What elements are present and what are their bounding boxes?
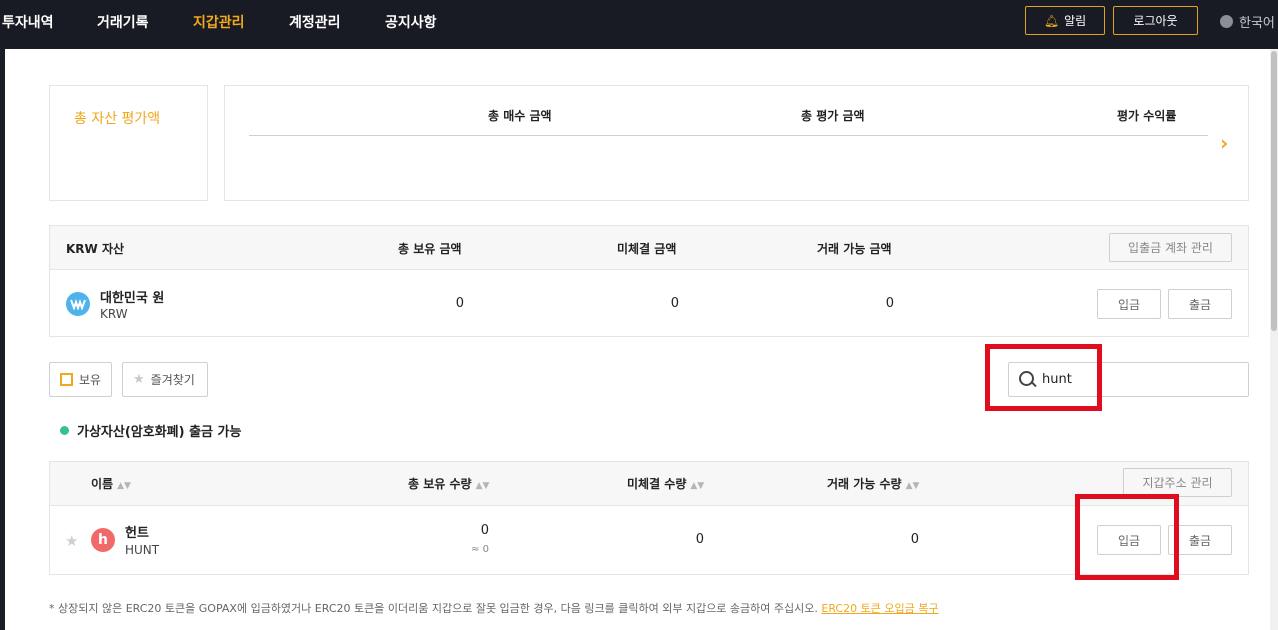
krw-won-icon [66, 292, 90, 316]
globe-icon [1220, 15, 1233, 28]
total-evaluation-header: 총 평가 금액 [801, 109, 865, 123]
nav-notices[interactable]: 공지사항 [385, 12, 437, 32]
favorites-filter-label: 즐겨찾기 [150, 373, 195, 387]
krw-pending-value: 0 [670, 296, 679, 311]
hunt-pending-value: 0 [695, 532, 704, 547]
krw-total-value: 0 [455, 296, 464, 311]
logout-button[interactable]: 로그아웃 [1113, 6, 1198, 35]
holding-filter-button[interactable]: 보유 [49, 362, 112, 397]
crypto-total-header[interactable]: 총 보유 수량 ▲︎▼︎ [408, 475, 489, 492]
favorites-filter-button[interactable]: ★ 즐겨찾기 [122, 362, 208, 397]
nav-investment-history[interactable]: 투자내역 [2, 12, 54, 32]
summary-divider [249, 135, 1208, 136]
crypto-pending-header[interactable]: 미체결 수량 ▲︎▼︎ [627, 475, 704, 492]
alert-label: 알림 [1064, 14, 1087, 28]
nav-account-management[interactable]: 계정관리 [289, 12, 341, 32]
krw-available-header: 거래 가능 금액 [817, 242, 892, 256]
footnote-text: * 상장되지 않은 ERC20 토큰을 GOPAX에 입금하였거나 ERC20 … [49, 602, 818, 615]
hunt-total-approx: ≈ 0 [471, 544, 489, 555]
hunt-name: 헌트 [125, 526, 149, 541]
crypto-name-header[interactable]: 이름 ▲︎▼︎ [91, 475, 131, 492]
nav-wallet-management[interactable]: 지갑관리 [193, 12, 245, 32]
krw-name: 대한민국 원 [100, 291, 165, 306]
hunt-available-value: 0 [910, 532, 919, 547]
hunt-total-value: 0 [480, 523, 489, 538]
search-highlight-box [985, 344, 1102, 411]
chevron-right-icon[interactable]: › [1220, 131, 1228, 155]
crypto-available-header[interactable]: 거래 가능 수량 ▲︎▼︎ [827, 475, 919, 492]
total-purchase-header: 총 매수 금액 [488, 109, 552, 123]
krw-withdraw-button[interactable]: 출금 [1168, 289, 1232, 319]
status-dot-icon [60, 426, 69, 435]
favorite-star-icon[interactable]: ★ [65, 532, 78, 550]
wallet-address-manage-button[interactable]: 지갑주소 관리 [1123, 468, 1232, 497]
return-rate-header: 평가 수익률 [1117, 109, 1177, 123]
holding-filter-label: 보유 [79, 373, 102, 387]
erc20-recovery-link[interactable]: ERC20 토큰 오입금 복구 [821, 602, 938, 615]
sort-icon: ▲︎▼︎ [117, 481, 131, 491]
star-icon: ★ [133, 372, 145, 387]
sort-icon: ▲︎▼︎ [690, 481, 705, 491]
krw-pending-header: 미체결 금액 [617, 242, 677, 256]
sort-icon: ▲︎▼︎ [905, 481, 920, 491]
hunt-coin-icon: h [91, 528, 115, 552]
withdrawal-status-label: 가상자산(암호화폐) 출금 가능 [77, 425, 242, 440]
total-asset-label: 총 자산 평가액 [74, 111, 161, 127]
alert-button[interactable]: 🔔︎ 알림 [1025, 6, 1105, 35]
total-asset-panel [49, 85, 208, 201]
hunt-symbol: HUNT [125, 543, 160, 557]
sort-icon: ▲︎▼︎ [475, 481, 490, 491]
krw-total-header: 총 보유 금액 [398, 242, 462, 256]
krw-deposit-button[interactable]: 입금 [1097, 289, 1161, 319]
language-selector[interactable]: 한국어 [1220, 12, 1275, 31]
krw-asset-header: KRW 자산 [66, 242, 125, 256]
deposit-highlight-box [1075, 494, 1179, 580]
withdrawal-status: 가상자산(암호화폐) 출금 가능 [60, 421, 241, 440]
top-nav: 투자내역 거래기록 지갑관리 계정관리 공지사항 🔔︎ 알림 로그아웃 한국어 [0, 0, 1278, 48]
bell-icon: 🔔︎ [1043, 13, 1060, 28]
erc20-footnote: * 상장되지 않은 ERC20 토큰을 GOPAX에 입금하였거나 ERC20 … [49, 600, 938, 616]
scrollbar-thumb[interactable] [1271, 51, 1277, 331]
checkbox-icon [60, 373, 73, 386]
summary-panel [224, 85, 1249, 201]
krw-available-value: 0 [885, 296, 894, 311]
language-label: 한국어 [1239, 16, 1275, 31]
nav-trade-history[interactable]: 거래기록 [97, 12, 149, 32]
deposit-account-manage-button[interactable]: 입출금 계좌 관리 [1109, 233, 1232, 262]
krw-symbol: KRW [100, 307, 128, 321]
